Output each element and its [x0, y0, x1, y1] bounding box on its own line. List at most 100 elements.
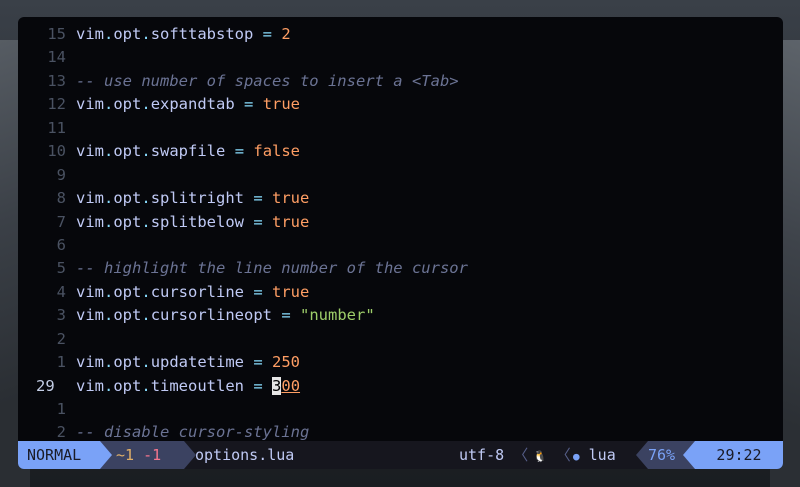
token: .: [141, 142, 151, 161]
encoding-label: utf-8: [459, 446, 505, 464]
git-diff-summary: ~1 -1: [100, 441, 184, 469]
token: -- highlight the line number of the curs…: [76, 259, 468, 278]
token: 00: [281, 376, 301, 395]
code-line[interactable]: 14: [18, 46, 783, 69]
token: =: [253, 282, 273, 301]
code-line-current[interactable]: 29 vim.opt.timeoutlen = 300: [18, 375, 783, 398]
line-number: 2: [56, 329, 66, 348]
separator-icon: 〈: [513, 446, 529, 464]
line-number: 1: [56, 400, 66, 418]
token: .: [104, 212, 114, 231]
terminal-window[interactable]: 15 vim.opt.softtabstop = 2 14 13 -- use numb…: [18, 17, 783, 469]
token: =: [262, 25, 282, 43]
token: vim: [76, 142, 104, 161]
code-line[interactable]: 10 vim.opt.swapfile = false: [18, 140, 783, 163]
token: splitbelow: [150, 212, 254, 231]
token: vim: [76, 95, 104, 114]
token: vim: [76, 189, 104, 208]
code-line[interactable]: 1: [18, 398, 783, 421]
code-line[interactable]: 11: [18, 117, 783, 140]
token: cursorlineopt: [150, 306, 282, 325]
code-line[interactable]: 2: [18, 328, 783, 351]
token: .: [104, 353, 114, 372]
line-text: -- highlight the line number of the curs…: [76, 257, 468, 280]
line-number: 29: [36, 376, 55, 395]
file-name: options.lua: [195, 446, 295, 464]
line-number: 13: [47, 71, 66, 90]
line-text: vim.opt.expandtab = true: [76, 93, 300, 116]
linux-icon: 🐧: [533, 450, 547, 463]
token: vim: [76, 282, 104, 301]
line-text: vim.opt.softtabstop = 2: [76, 23, 291, 46]
token: .: [104, 282, 114, 301]
code-line[interactable]: 8 vim.opt.splitright = true: [18, 187, 783, 210]
token: false: [253, 142, 301, 161]
token: true: [262, 95, 301, 114]
token: =: [253, 353, 273, 372]
diff-removed: -1: [143, 446, 162, 464]
token: .: [141, 282, 151, 301]
code-line[interactable]: 4 vim.opt.cursorline = true: [18, 281, 783, 304]
line-number: 14: [47, 48, 66, 67]
code-line[interactable]: 7 vim.opt.splitbelow = true: [18, 211, 783, 234]
line-text: vim.opt.splitright = true: [76, 187, 309, 210]
position-separator: [683, 441, 695, 469]
token: expandtab: [150, 95, 245, 114]
token: .: [104, 142, 114, 161]
line-text: vim.opt.splitbelow = true: [76, 211, 309, 234]
token: .: [141, 353, 151, 372]
diff-added: ~1: [116, 446, 135, 464]
line-number: 6: [56, 235, 66, 254]
line-number: 11: [47, 118, 66, 137]
cursor-position: 29:22: [695, 441, 783, 469]
token: .: [141, 95, 151, 114]
line-number: 8: [56, 189, 66, 208]
code-line[interactable]: 3 vim.opt.cursorlineopt = "number": [18, 304, 783, 327]
token: cursorline: [150, 282, 254, 301]
token: opt: [113, 95, 142, 114]
token: softtabstop: [150, 25, 263, 43]
file-encoding: utf-8 〈: [459, 441, 528, 469]
token: opt: [113, 282, 142, 301]
code-line[interactable]: 1 vim.opt.updatetime = 250: [18, 351, 783, 374]
code-line[interactable]: 12 vim.opt.expandtab = true: [18, 93, 783, 116]
token: updatetime: [150, 353, 254, 372]
token: .: [141, 189, 151, 208]
filetype-label: lua: [588, 446, 616, 464]
token: .: [141, 376, 151, 395]
code-line[interactable]: 6: [18, 234, 783, 257]
line-text: vim.opt.timeoutlen = 300: [76, 375, 300, 398]
token: .: [104, 25, 114, 43]
editor-buffer[interactable]: 15 vim.opt.softtabstop = 2 14 13 -- use numb…: [18, 23, 783, 445]
token: opt: [113, 353, 142, 372]
line-number: 1: [56, 353, 66, 372]
mode-indicator: NORMAL: [18, 441, 100, 469]
token: =: [281, 306, 301, 325]
code-line[interactable]: 13 -- use number of spaces to insert a <T…: [18, 70, 783, 93]
file-type: ● lua: [573, 441, 616, 469]
token: vim: [76, 353, 104, 372]
token: -- use number of spaces to insert a <Tab…: [76, 71, 459, 90]
token: =: [253, 189, 273, 208]
token: =: [253, 212, 273, 231]
token: .: [141, 25, 151, 43]
line-number: 7: [56, 212, 66, 231]
line-text: vim.opt.cursorlineopt = "number": [76, 304, 375, 327]
token: "number": [300, 306, 375, 325]
code-line[interactable]: 9: [18, 164, 783, 187]
code-line[interactable]: 15 vim.opt.softtabstop = 2: [18, 23, 783, 46]
line-number: 3: [56, 306, 66, 325]
line-text: vim.opt.updatetime = 250: [76, 351, 300, 374]
line-number: 9: [56, 165, 66, 184]
token: =: [244, 95, 263, 114]
code-line[interactable]: 5 -- highlight the line number of the cur…: [18, 257, 783, 280]
token: .: [141, 212, 151, 231]
token: true: [272, 212, 310, 231]
percent-separator: [636, 441, 648, 469]
token: =: [234, 142, 254, 161]
line-text: vim.opt.cursorline = true: [76, 281, 309, 304]
line-text: vim.opt.swapfile = false: [76, 140, 300, 163]
token: true: [272, 189, 310, 208]
token: 2: [281, 25, 291, 43]
mode-separator: [100, 441, 112, 469]
